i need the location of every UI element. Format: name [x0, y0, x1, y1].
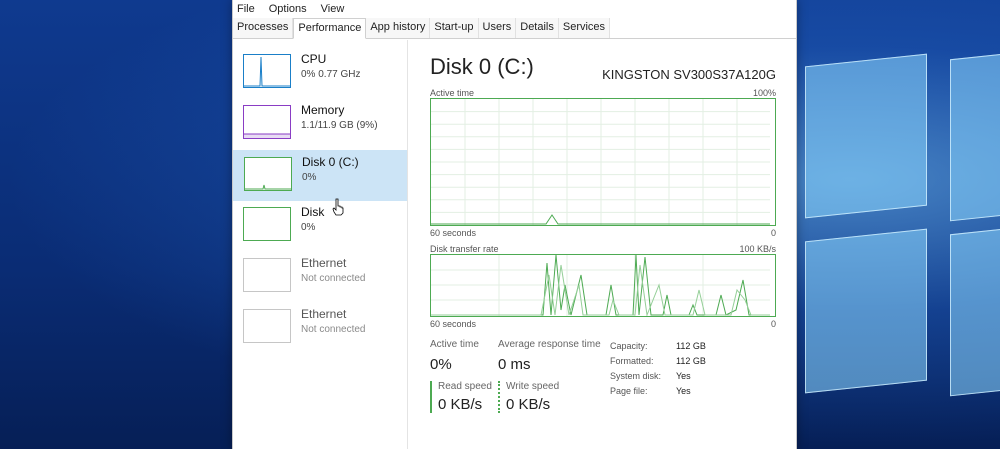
sidebar-item-sub: 0%	[302, 172, 317, 183]
performance-sidebar: CPU 0% 0.77 GHz Memory 1.1/11.9 GB (9%) Di…	[233, 40, 408, 449]
tab-processes[interactable]: Processes	[233, 18, 294, 38]
response-time-value: 0 ms	[498, 356, 531, 373]
sidebar-item-label: Disk	[301, 205, 325, 219]
read-speed-block: Read speed 0 KB/s	[430, 381, 498, 413]
sidebar-item-ethernet-2[interactable]: Ethernet Not connected	[233, 303, 407, 354]
sidebar-item-label: Ethernet	[301, 256, 347, 270]
tab-services[interactable]: Services	[558, 18, 611, 38]
tab-bar: Processes Performance App history Start-…	[233, 18, 796, 39]
response-time-label: Average response time	[498, 339, 601, 350]
graph-label: Disk transfer rate	[430, 244, 499, 254]
menu-file[interactable]: File	[237, 3, 255, 15]
disk-model: KINGSTON SV300S37A120G	[602, 67, 776, 82]
disk-stats: Active time 0% Read speed 0 KB/s Average…	[430, 339, 776, 413]
write-speed-block: Write speed 0 KB/s	[498, 381, 610, 413]
prop-key: Page file:	[610, 386, 648, 396]
sidebar-item-sub: Not connected	[301, 324, 366, 335]
sidebar-item-sub: Not connected	[301, 273, 366, 284]
graph-max: 100%	[752, 88, 776, 98]
sidebar-item-label: CPU	[301, 52, 327, 66]
write-speed-value: 0 KB/s	[506, 396, 551, 413]
active-time-graph	[430, 98, 776, 226]
sidebar-item-label: Memory	[301, 103, 345, 117]
graph-label: Active time	[430, 88, 475, 98]
sidebar-item-cpu[interactable]: CPU 0% 0.77 GHz	[233, 48, 407, 99]
sidebar-item-disk[interactable]: Disk 0%	[233, 201, 407, 252]
active-time-value: 0%	[430, 356, 452, 373]
menu-view[interactable]: View	[321, 3, 345, 15]
ethernet-mini-graph	[243, 258, 291, 292]
menu-options[interactable]: Options	[269, 3, 307, 15]
transfer-rate-graph	[430, 254, 776, 317]
windows-logo-pane	[950, 50, 1000, 222]
memory-mini-graph	[243, 105, 291, 139]
prop-value: 112 GB	[676, 356, 706, 366]
tab-app-history[interactable]: App history	[366, 18, 431, 38]
menu-bar: File Options View	[233, 0, 796, 18]
graph-x-right: 0	[770, 319, 776, 329]
read-speed-value: 0 KB/s	[438, 396, 483, 413]
ethernet-mini-graph	[243, 309, 291, 343]
sidebar-item-label: Disk 0 (C:)	[302, 155, 359, 169]
prop-value: Yes	[676, 386, 691, 396]
windows-logo-pane	[805, 228, 927, 394]
write-speed-label: Write speed	[506, 381, 560, 392]
tab-users[interactable]: Users	[478, 18, 517, 38]
disk0-mini-graph	[244, 157, 292, 191]
prop-value: 112 GB	[676, 341, 706, 351]
disk-detail-panel: Disk 0 (C:) KINGSTON SV300S37A120G Activ…	[408, 40, 796, 449]
sidebar-item-sub: 0% 0.77 GHz	[301, 69, 361, 80]
graph-max: 100 KB/s	[739, 244, 776, 254]
windows-logo-pane	[805, 53, 927, 219]
tab-performance[interactable]: Performance	[293, 18, 367, 39]
read-speed-label: Read speed	[438, 381, 492, 392]
task-manager-window: File Options View Processes Performance …	[232, 0, 797, 449]
prop-value: Yes	[676, 371, 691, 381]
sidebar-item-sub: 0%	[301, 222, 316, 233]
sidebar-item-label: Ethernet	[301, 307, 347, 321]
disk-mini-graph	[243, 207, 291, 241]
disk-properties: Capacity: 112 GB Formatted: 112 GB System …	[610, 339, 706, 413]
cpu-mini-graph	[243, 54, 291, 88]
tab-start-up[interactable]: Start-up	[430, 18, 479, 38]
graph-x-left: 60 seconds	[430, 319, 477, 329]
sidebar-item-memory[interactable]: Memory 1.1/11.9 GB (9%)	[233, 99, 407, 150]
sidebar-item-ethernet-1[interactable]: Ethernet Not connected	[233, 252, 407, 303]
hand-cursor-icon	[332, 198, 344, 216]
active-time-label: Active time	[430, 339, 479, 350]
prop-key: Formatted:	[610, 356, 654, 366]
graph-x-left: 60 seconds	[430, 228, 477, 238]
tab-details[interactable]: Details	[516, 18, 559, 38]
prop-key: System disk:	[610, 371, 662, 381]
windows-logo-pane	[950, 225, 1000, 397]
prop-key: Capacity:	[610, 341, 648, 351]
sidebar-item-disk0[interactable]: Disk 0 (C:) 0%	[233, 150, 407, 201]
graph-x-right: 0	[770, 228, 776, 238]
sidebar-item-sub: 1.1/11.9 GB (9%)	[301, 120, 378, 131]
